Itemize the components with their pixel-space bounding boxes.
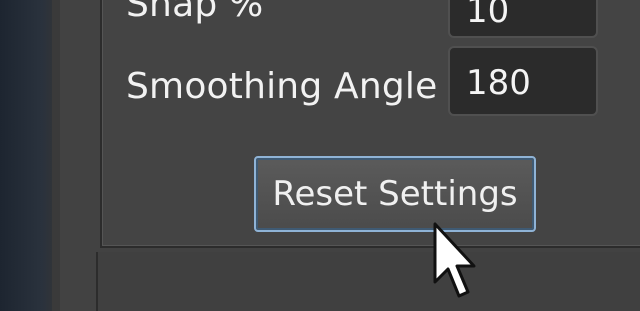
- snap-percent-input[interactable]: 10: [448, 0, 598, 38]
- panel-footer: [96, 252, 640, 311]
- background-window-edge: [0, 0, 60, 311]
- smoothing-angle-label: Smoothing Angle: [126, 66, 438, 107]
- window-border: [52, 0, 60, 311]
- mouse-pointer-icon: [433, 222, 476, 298]
- snap-label: Snap %: [126, 0, 264, 25]
- reset-settings-button[interactable]: Reset Settings: [254, 156, 536, 232]
- smoothing-angle-input[interactable]: 180: [448, 46, 598, 116]
